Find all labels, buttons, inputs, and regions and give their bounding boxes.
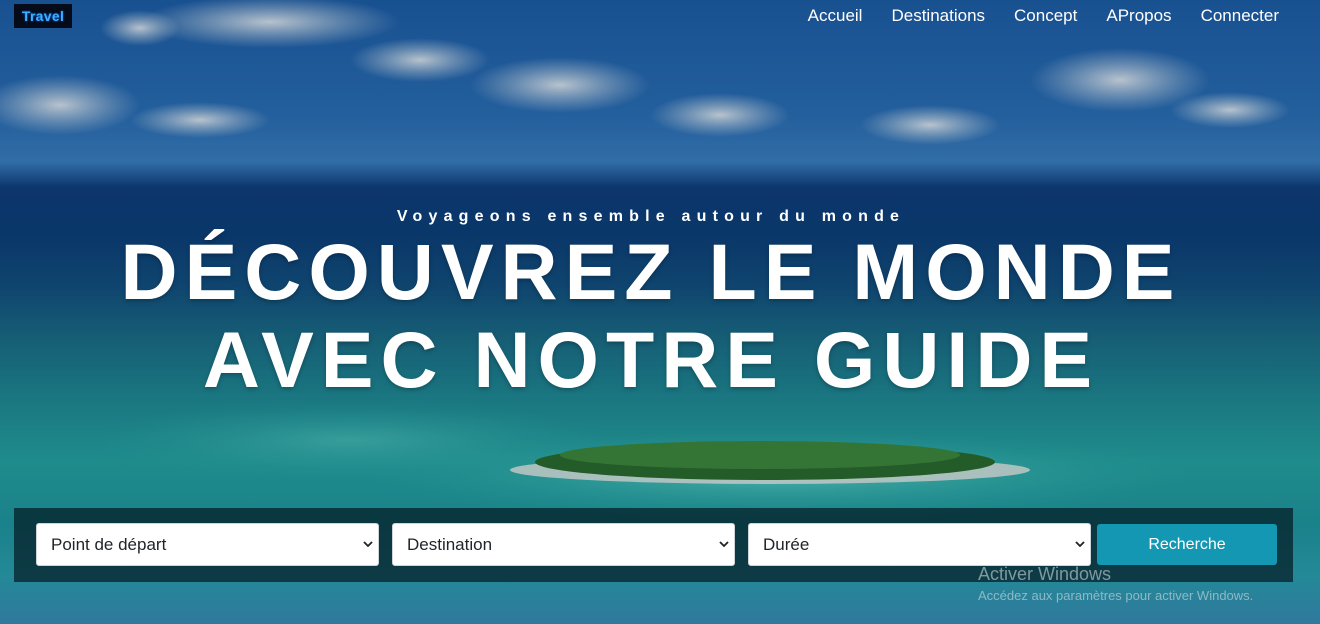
search-button[interactable]: Recherche (1097, 524, 1277, 565)
windows-activation-subtitle: Accédez aux paramètres pour activer Wind… (978, 588, 1254, 603)
headline-line-2: AVEC NOTRE GUIDE (202, 315, 1100, 404)
hero-headline: DÉCOUVREZ LE MONDE AVEC NOTRE GUIDE (0, 228, 1302, 404)
nav-link-concept[interactable]: Concept (1014, 6, 1077, 26)
nav-link-connecter[interactable]: Connecter (1201, 6, 1279, 26)
main-nav: Accueil Destinations Concept APropos Con… (808, 5, 1279, 27)
chevron-down-icon (1075, 541, 1085, 548)
nav-link-apropos[interactable]: APropos (1106, 6, 1171, 26)
nav-link-accueil[interactable]: Accueil (808, 6, 863, 26)
duration-select-value: Durée (763, 534, 810, 554)
destination-select[interactable]: Destination (392, 523, 735, 566)
departure-select[interactable]: Point de départ (36, 523, 379, 566)
headline-line-1: DÉCOUVREZ LE MONDE (120, 227, 1182, 316)
destination-select-value: Destination (407, 534, 493, 554)
chevron-down-icon (719, 541, 729, 548)
brand-logo[interactable]: Travel (14, 4, 72, 28)
duration-select[interactable]: Durée (748, 523, 1091, 566)
chevron-down-icon (363, 541, 373, 548)
hero-tagline: Voyageons ensemble autour du monde (396, 208, 906, 225)
departure-select-value: Point de départ (51, 534, 167, 554)
windows-activation-title: Activer Windows (978, 564, 1112, 584)
nav-link-destinations[interactable]: Destinations (891, 6, 985, 26)
